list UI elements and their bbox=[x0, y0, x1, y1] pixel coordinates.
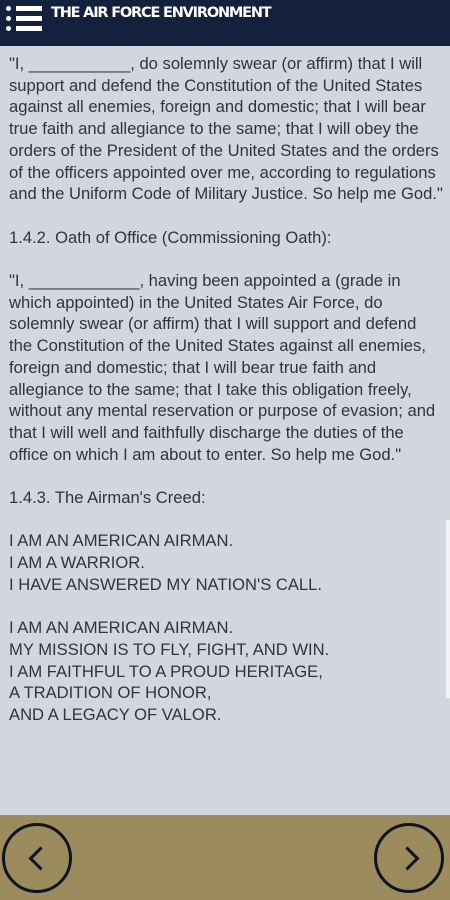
creed-line: I AM FAITHFUL TO A PROUD HERITAGE, bbox=[9, 661, 323, 681]
creed-stanza: I AM AN AMERICAN AIRMAN. I AM A WARRIOR.… bbox=[9, 530, 443, 595]
scrollbar-thumb[interactable] bbox=[446, 520, 450, 698]
chevron-right-icon bbox=[395, 846, 420, 871]
chevron-left-icon bbox=[28, 846, 53, 871]
section-heading-oath-of-office: 1.4.2. Oath of Office (Commissioning Oat… bbox=[9, 227, 332, 247]
creed-line: A TRADITION OF HONOR, bbox=[9, 683, 212, 703]
creed-line: I AM AN AMERICAN AIRMAN. bbox=[9, 618, 234, 638]
previous-page-button[interactable] bbox=[2, 823, 72, 893]
creed-line: AND A LEGACY OF VALOR. bbox=[9, 705, 222, 725]
next-page-button[interactable] bbox=[374, 823, 444, 893]
app-header: THE AIR FORCE ENVIRONMENT bbox=[0, 0, 450, 46]
content-text: "I, ___________, do solemnly swear (or a… bbox=[9, 53, 443, 747]
creed-line: I AM A WARRIOR. bbox=[9, 553, 145, 573]
creed-line: I AM AN AMERICAN AIRMAN. bbox=[9, 531, 234, 551]
commissioning-oath-paragraph: "I, ____________, having been appointed … bbox=[9, 271, 436, 464]
enlistment-oath-paragraph: "I, ___________, do solemnly swear (or a… bbox=[9, 54, 443, 204]
creed-line: I HAVE ANSWERED MY NATION'S CALL. bbox=[9, 574, 322, 594]
creed-stanza: I AM AN AMERICAN AIRMAN. MY MISSION IS T… bbox=[9, 617, 443, 726]
menu-list-icon[interactable] bbox=[6, 6, 42, 38]
section-heading-airmans-creed: 1.4.3. The Airman's Creed: bbox=[9, 488, 206, 508]
creed-line: MY MISSION IS TO FLY, FIGHT, AND WIN. bbox=[9, 639, 330, 659]
page-title: THE AIR FORCE ENVIRONMENT bbox=[51, 5, 272, 21]
